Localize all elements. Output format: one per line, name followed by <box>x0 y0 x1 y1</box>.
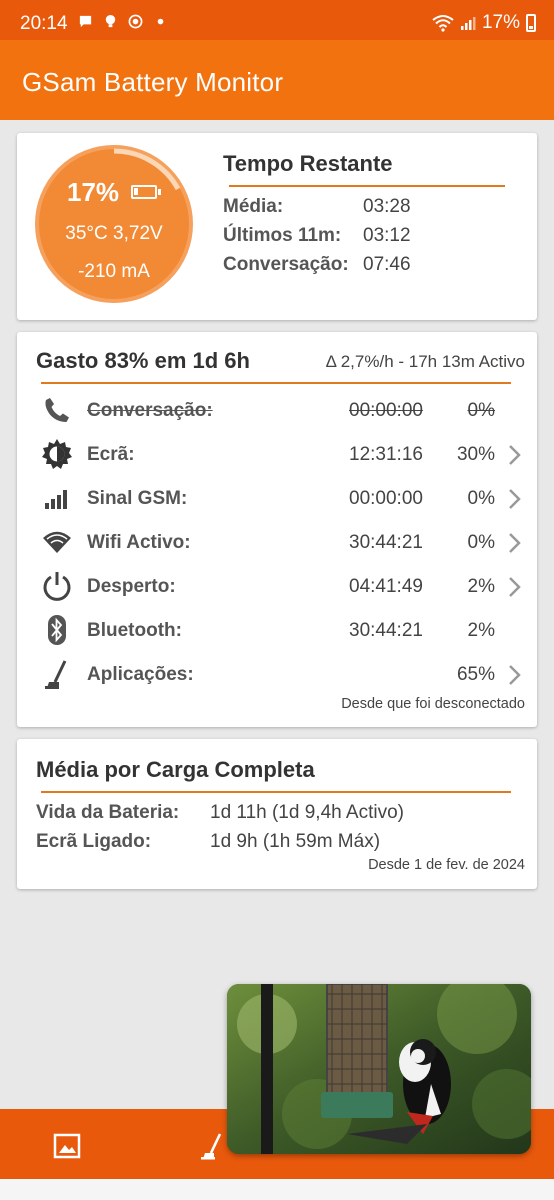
usage-row-bluetooth[interactable]: Bluetooth: 30:44:21 2% <box>17 610 537 650</box>
usage-label: Wifi Activo: <box>87 532 191 553</box>
signal-bars-icon <box>45 490 67 509</box>
usage-percent: 2% <box>467 576 495 597</box>
chevron-right-icon <box>509 577 521 597</box>
status-bar: 20:14 17% <box>0 0 554 40</box>
remaining-label: Últimos 11m: <box>223 225 342 246</box>
remaining-value: 03:28 <box>363 196 411 217</box>
pip-video-frame <box>227 984 531 1154</box>
dot-icon <box>157 18 164 25</box>
full-charge-value: 1d 11h (1d 9,4h Activo) <box>210 802 404 823</box>
usage-percent: 0% <box>467 400 495 421</box>
usage-label: Desperto: <box>87 576 176 597</box>
usage-label: Conversação: <box>87 400 213 421</box>
status-right: 17% <box>432 12 536 34</box>
full-charge-label: Ecrã Ligado: <box>36 831 152 852</box>
full-charge-row: Ecrã Ligado: 1d 9h (1h 59m Máx) <box>36 831 380 853</box>
phone-icon <box>45 398 69 422</box>
remaining-row: Conversação: 07:46 <box>223 254 411 276</box>
battery-percent: 17% <box>481 12 520 33</box>
remaining-title: Tempo Restante <box>223 151 393 176</box>
remaining-label: Conversação: <box>223 254 349 275</box>
app-bar: GSam Battery Monitor <box>0 40 554 120</box>
usage-time: 00:00:00 <box>349 400 423 421</box>
system-nav-bar <box>0 1179 554 1200</box>
remaining-card[interactable]: 17% 35°C 3,72V -210 mA Tempo Restante Mé… <box>17 133 537 320</box>
usage-row-wifi[interactable]: Wifi Activo: 30:44:21 0% <box>17 522 537 562</box>
power-icon <box>43 572 71 601</box>
apps-icon <box>45 660 67 689</box>
usage-time: 30:44:21 <box>349 620 423 641</box>
chevron-right-icon <box>509 665 521 685</box>
full-charge-row: Vida da Bateria: 1d 11h (1d 9,4h Activo) <box>36 802 404 824</box>
usage-time: 12:31:16 <box>349 444 423 465</box>
full-charge-value: 1d 9h (1h 59m Máx) <box>210 831 381 852</box>
chevron-right-icon <box>509 489 521 509</box>
bluetooth-icon <box>48 615 66 645</box>
usage-percent: 2% <box>467 620 495 641</box>
usage-time: 00:00:00 <box>349 488 423 509</box>
app-title: GSam Battery Monitor <box>22 67 284 97</box>
record-icon <box>128 14 143 29</box>
bulb-icon <box>105 14 116 28</box>
chevron-right-icon <box>509 445 521 465</box>
remaining-value: 07:46 <box>363 254 411 275</box>
full-charge-card: Média por Carga Completa Vida da Bateria… <box>17 739 537 889</box>
usage-row-screen[interactable]: Ecrã: 12:31:16 30% <box>17 434 537 474</box>
full-charge-label: Vida da Bateria: <box>36 802 180 823</box>
usage-label: Sinal GSM: <box>87 488 188 509</box>
divider <box>229 185 505 187</box>
image-icon[interactable] <box>52 1131 82 1161</box>
battery-icon <box>526 14 536 32</box>
usage-percent: 0% <box>467 532 495 553</box>
divider <box>41 791 511 793</box>
usage-title: Gasto 83% em 1d 6h <box>36 348 250 373</box>
usage-percent: 65% <box>456 664 495 685</box>
usage-row-gsm[interactable]: Sinal GSM: 00:00:00 0% <box>17 478 537 518</box>
usage-percent: 0% <box>467 488 495 509</box>
usage-time: 04:41:49 <box>349 576 423 597</box>
divider <box>41 382 511 384</box>
usage-card: Gasto 83% em 1d 6h Δ 2,7%/h - 17h 13m Ac… <box>17 332 537 727</box>
status-time: 20:14 <box>20 13 68 34</box>
chevron-right-icon <box>509 533 521 553</box>
pip-video[interactable] <box>227 984 531 1154</box>
usage-label: Ecrã: <box>87 444 135 465</box>
remaining-label: Média: <box>223 196 284 217</box>
usage-rate: Δ 2,7%/h - 17h 13m Activo <box>325 352 525 371</box>
usage-row-apps[interactable]: Aplicações: 65% <box>17 654 537 694</box>
remaining-row: Média: 03:28 <box>223 196 411 218</box>
usage-label: Bluetooth: <box>87 620 182 641</box>
full-charge-footer: Desde 1 de fev. de 2024 <box>368 857 525 873</box>
status-left-icons <box>78 14 168 29</box>
remaining-row: Últimos 11m: 03:12 <box>223 225 411 247</box>
usage-row-awake[interactable]: Desperto: 04:41:49 2% <box>17 566 537 606</box>
remaining-value: 03:12 <box>363 225 411 246</box>
usage-row-call[interactable]: Conversação: 00:00:00 0% <box>17 390 537 430</box>
message-icon <box>79 15 92 28</box>
wifi-icon <box>432 15 454 32</box>
gauge-level-ring <box>38 148 190 300</box>
full-charge-title: Média por Carga Completa <box>36 757 315 782</box>
apps-icon[interactable] <box>198 1131 228 1161</box>
signal-icon <box>460 17 476 30</box>
usage-footer: Desde que foi desconectado <box>341 696 525 712</box>
screen-icon <box>42 439 72 469</box>
usage-percent: 30% <box>456 444 495 465</box>
usage-time: 30:44:21 <box>349 532 423 553</box>
usage-label: Aplicações: <box>87 664 194 685</box>
wifi-icon <box>43 531 71 553</box>
